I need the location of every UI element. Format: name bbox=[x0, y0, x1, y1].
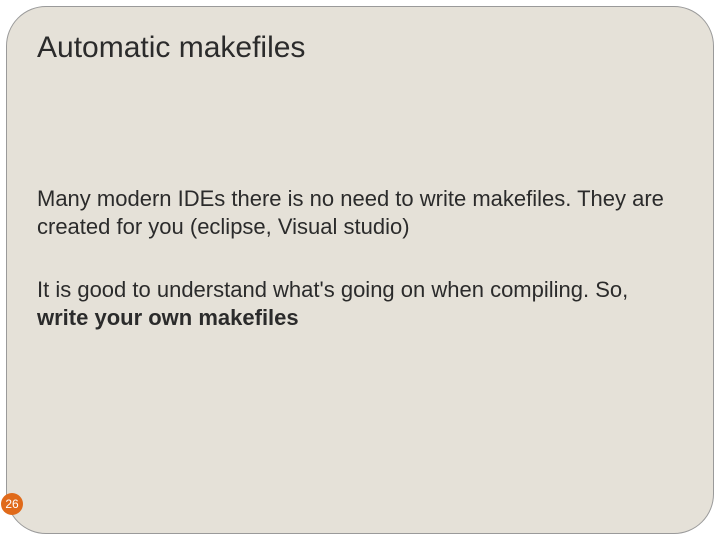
paragraph-2-prefix: It is good to understand what's going on… bbox=[37, 277, 628, 302]
slide-title: Automatic makefiles bbox=[37, 31, 683, 65]
paragraph-2: It is good to understand what's going on… bbox=[37, 276, 683, 331]
slide-frame: Automatic makefiles Many modern IDEs the… bbox=[6, 6, 714, 534]
paragraph-1: Many modern IDEs there is no need to wri… bbox=[37, 185, 683, 240]
page-number: 26 bbox=[5, 497, 18, 511]
page-number-badge: 26 bbox=[1, 493, 23, 515]
paragraph-2-bold: write your own makefiles bbox=[37, 305, 299, 330]
